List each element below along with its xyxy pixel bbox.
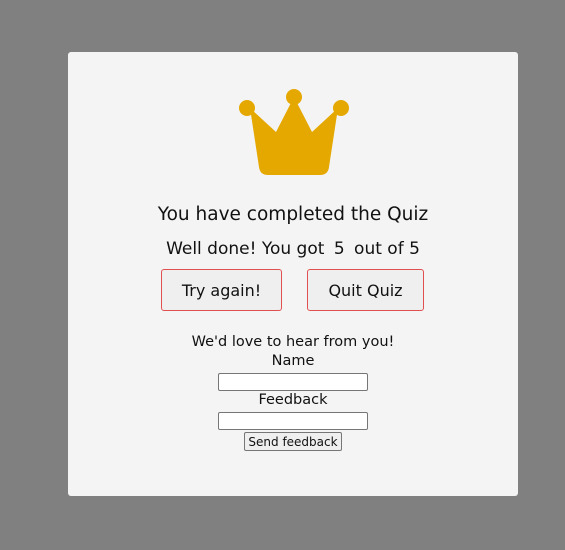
crown-icon bbox=[239, 89, 349, 175]
score-value: 5 bbox=[333, 239, 345, 259]
feedback-heading: We'd love to hear from you! bbox=[191, 334, 395, 350]
try-again-button[interactable]: Try again! bbox=[161, 269, 282, 311]
feedback-input[interactable] bbox=[218, 412, 368, 430]
quit-quiz-button[interactable]: Quit Quiz bbox=[307, 269, 424, 311]
name-label: Name bbox=[271, 353, 315, 369]
feedback-label: Feedback bbox=[258, 392, 328, 408]
score-middle: out of bbox=[354, 239, 404, 259]
result-title: You have completed the Quiz bbox=[157, 204, 429, 225]
send-feedback-button[interactable]: Send feedback bbox=[244, 432, 342, 451]
quiz-result-card: You have completed the Quiz Well done! Y… bbox=[68, 52, 518, 496]
score-total: 5 bbox=[409, 239, 420, 259]
score-line: Well done! You got 5 out of 5 bbox=[68, 239, 518, 259]
name-input[interactable] bbox=[218, 373, 368, 391]
score-prefix: Well done! You got bbox=[166, 239, 325, 259]
